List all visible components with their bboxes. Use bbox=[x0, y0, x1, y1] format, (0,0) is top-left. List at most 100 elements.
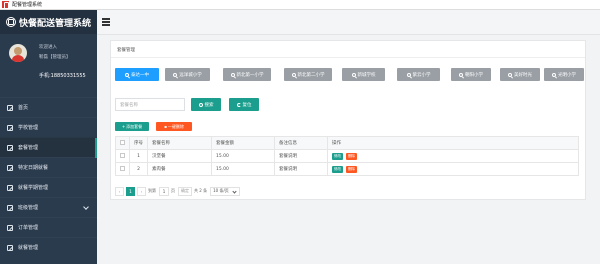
page-input[interactable]: 1 bbox=[159, 186, 169, 196]
brand-logo-icon bbox=[6, 17, 16, 27]
user-phone: 手机:18850331555 bbox=[39, 73, 86, 79]
prev-page-icon[interactable]: ‹ bbox=[115, 186, 124, 196]
row-meal-amount: 15.00 bbox=[211, 162, 275, 176]
avatar bbox=[9, 44, 27, 62]
edit-button[interactable]: 修改 bbox=[332, 152, 343, 160]
school-button-label: 新城学校 bbox=[357, 72, 376, 78]
page-number-current[interactable]: 1 bbox=[126, 186, 135, 196]
column-header-amount: 套餐金额 bbox=[211, 136, 275, 150]
column-header-remark: 备注信息 bbox=[274, 136, 328, 150]
delete-button[interactable]: 删除 bbox=[346, 152, 357, 160]
goto-confirm-button[interactable]: 确定 bbox=[178, 186, 192, 196]
row-meal-name: 素肉餐 bbox=[147, 162, 212, 176]
edit-icon bbox=[7, 144, 13, 151]
welcome-text: 欢迎进入 bbox=[39, 45, 57, 50]
chevron-down-icon bbox=[83, 204, 89, 210]
school-button[interactable]: 朝阳小学 bbox=[451, 68, 491, 81]
search-icon bbox=[552, 72, 556, 77]
sidebar-menu: 首页 学校管理 套餐管理 特定日期就餐 就餐学期管理 班级管理 订单管理 就餐管… bbox=[0, 97, 97, 257]
goto-label: 到第 bbox=[148, 188, 156, 193]
row-meal-amount: 15.00 bbox=[211, 149, 275, 163]
sidebar-item-orders[interactable]: 订单管理 bbox=[0, 217, 97, 237]
sidebar-item-classes[interactable]: 班级管理 bbox=[0, 197, 97, 217]
search-icon bbox=[125, 72, 129, 77]
school-button[interactable]: 光明小学 bbox=[544, 68, 584, 81]
search-icon bbox=[508, 72, 512, 77]
search-icon bbox=[173, 72, 178, 77]
search-icon bbox=[291, 72, 296, 77]
table-row: 2 素肉餐 15.00 套餐说明 修改 删除 bbox=[115, 162, 579, 176]
school-button-label: 新北第二小学 bbox=[297, 72, 325, 78]
table-header-row: 序号 套餐名称 套餐金额 备注信息 操作 bbox=[115, 136, 579, 150]
search-button-label: 搜索 bbox=[204, 102, 214, 108]
school-button-label: 美好时光 bbox=[514, 72, 532, 78]
row-checkbox[interactable] bbox=[120, 153, 125, 158]
user-name: 靳磊【管理员】 bbox=[39, 55, 71, 60]
plus-icon: + bbox=[121, 124, 126, 129]
row-actions: 修改 删除 bbox=[327, 149, 579, 163]
sidebar-item-label: 班级管理 bbox=[18, 205, 39, 211]
edit-icon bbox=[7, 184, 13, 191]
window-titlebar: 配餐管理系统 bbox=[0, 0, 600, 10]
reset-button[interactable]: 复位 bbox=[229, 98, 259, 111]
search-input[interactable]: 套餐名称 bbox=[115, 98, 185, 111]
sidebar-item-meals[interactable]: 套餐管理 bbox=[0, 137, 97, 158]
school-button[interactable]: 新城学校 bbox=[342, 68, 385, 81]
breadcrumb: 套餐管理 bbox=[117, 48, 135, 53]
sidebar-item-special-dates[interactable]: 特定日期就餐 bbox=[0, 157, 97, 177]
top-header bbox=[97, 10, 600, 35]
batch-delete-label: 一键删除 bbox=[167, 123, 184, 129]
batch-delete-button[interactable]: ▪ 一键删除 bbox=[156, 122, 192, 131]
school-button-label: 泰达一中 bbox=[131, 72, 149, 78]
select-all-cell bbox=[115, 136, 130, 150]
school-button[interactable]: 新北第一小学 bbox=[223, 68, 271, 81]
sidebar-item-terms[interactable]: 就餐学期管理 bbox=[0, 177, 97, 197]
school-button[interactable]: 紫云小学 bbox=[397, 68, 440, 81]
meal-panel: 套餐管理 泰达一中 远洋城小学 新北第一小学 新北第二小学 新城学校 紫云小学 … bbox=[110, 40, 586, 200]
select-all-checkbox[interactable] bbox=[120, 140, 125, 145]
school-button[interactable]: 泰达一中 bbox=[115, 68, 159, 81]
reset-button-label: 复位 bbox=[242, 102, 252, 108]
sidebar: 快餐配送管理系统 欢迎进入 靳磊【管理员】 手机:18850331555 首页 … bbox=[0, 10, 97, 264]
table-row: 1 汉堡餐 15.00 套餐说明 修改 删除 bbox=[115, 149, 579, 163]
edit-icon bbox=[7, 124, 13, 131]
sidebar-item-home[interactable]: 首页 bbox=[0, 97, 97, 117]
search-button[interactable]: 搜索 bbox=[191, 98, 221, 111]
trash-icon: ▪ bbox=[164, 124, 167, 129]
row-actions: 修改 删除 bbox=[327, 162, 579, 176]
menu-toggle-icon[interactable] bbox=[102, 18, 110, 26]
edit-icon bbox=[7, 104, 13, 111]
add-meal-button[interactable]: + 添加套餐 bbox=[115, 122, 149, 131]
sidebar-item-label: 就餐学期管理 bbox=[18, 185, 49, 191]
column-header-name: 套餐名称 bbox=[147, 136, 212, 150]
pagination: ‹ 1 › 到第 1 页 确定 共 2 条 10 条/页 bbox=[115, 186, 242, 196]
search-icon bbox=[406, 72, 411, 77]
total-count: 共 2 条 bbox=[194, 188, 208, 193]
row-checkbox[interactable] bbox=[120, 166, 125, 171]
page-size-select[interactable]: 10 条/页 bbox=[210, 186, 241, 196]
next-page-icon[interactable]: › bbox=[137, 186, 146, 196]
sidebar-item-dining[interactable]: 就餐管理 bbox=[0, 237, 97, 257]
school-button[interactable]: 美好时光 bbox=[500, 68, 540, 81]
sidebar-item-label: 订单管理 bbox=[18, 225, 39, 231]
sidebar-item-label: 套餐管理 bbox=[18, 145, 39, 151]
delete-button[interactable]: 删除 bbox=[346, 165, 357, 173]
row-remark: 套餐说明 bbox=[274, 149, 328, 163]
sidebar-item-label: 首页 bbox=[18, 105, 29, 111]
edit-icon bbox=[7, 164, 13, 171]
search-icon bbox=[459, 72, 463, 77]
school-button-label: 紫云小学 bbox=[412, 72, 431, 78]
school-button[interactable]: 新北第二小学 bbox=[284, 68, 332, 81]
column-header-index: 序号 bbox=[129, 136, 148, 150]
edit-button[interactable]: 修改 bbox=[332, 165, 343, 173]
sidebar-item-label: 特定日期就餐 bbox=[18, 165, 49, 171]
edit-icon bbox=[7, 204, 13, 211]
row-meal-name: 汉堡餐 bbox=[147, 149, 212, 163]
sidebar-item-schools[interactable]: 学校管理 bbox=[0, 117, 97, 137]
school-button[interactable]: 远洋城小学 bbox=[165, 68, 210, 81]
meal-table: 序号 套餐名称 套餐金额 备注信息 操作 1 汉堡餐 15.00 套餐说明 修改… bbox=[115, 136, 579, 176]
search-icon bbox=[351, 72, 356, 77]
school-button-label: 光明小学 bbox=[558, 72, 576, 78]
row-select-cell bbox=[115, 162, 130, 176]
school-button-label: 朝阳小学 bbox=[465, 72, 483, 78]
